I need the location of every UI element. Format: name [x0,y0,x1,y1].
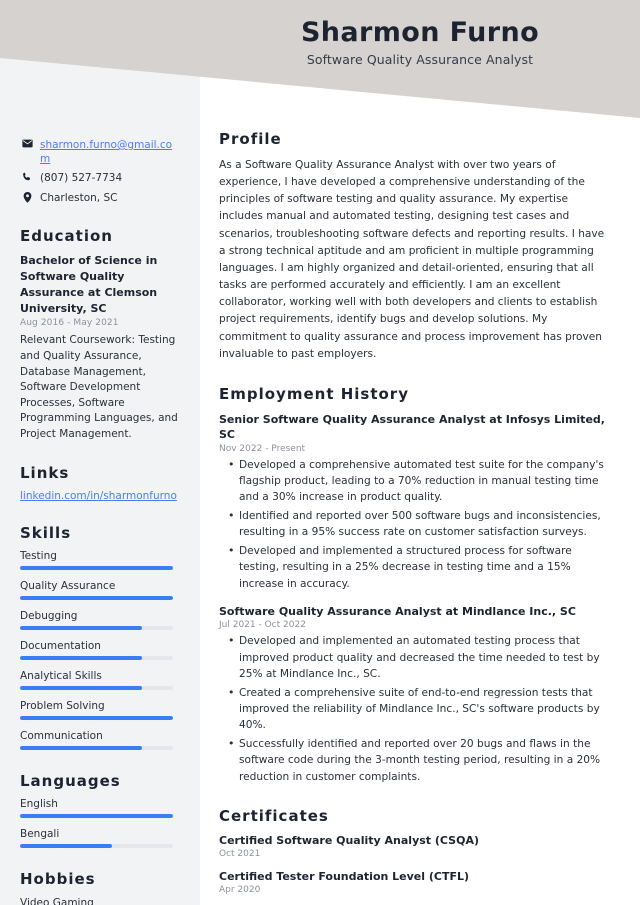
employment-bullet: Developed and implemented an automated t… [228,632,612,682]
profile-heading: Profile [219,130,282,148]
profile-section: Profile As a Software Quality Assurance … [219,130,612,363]
languages-section: Languages English Bengali [20,772,178,849]
phone-text: (807) 527-7734 [40,172,123,185]
skills-level-track [20,686,173,691]
main-column: Profile As a Software Quality Assurance … [200,0,640,905]
languages-level-fill [20,844,112,849]
contact-list: sharmon.furno@gmail.com (807) 527-7734 C… [20,138,178,205]
skills-label: Documentation [20,640,101,653]
map-pin-icon [20,191,34,203]
certificate-date: Oct 2021 [219,848,261,859]
sidebar: sharmon.furno@gmail.com (807) 527-7734 C… [0,0,200,905]
languages-item: Bengali [20,828,178,849]
skills-level-track [20,656,173,661]
envelope-icon [20,138,34,148]
page-title: Sharmon Furno [300,17,540,48]
links-section: Links linkedin.com/in/sharmonfurno [20,464,178,502]
certificates-heading: Certificates [219,806,329,825]
skills-item: Testing [20,550,178,571]
languages-item: English [20,798,178,819]
employment-entry: Senior Software Quality Assurance Analys… [219,412,612,592]
employment-date: Jul 2021 - Oct 2022 [219,620,306,631]
skills-item: Documentation [20,640,178,661]
skills-label: Testing [20,550,57,563]
profile-text: As a Software Quality Assurance Analyst … [219,159,605,360]
resume-page: Sharmon Furno Software Quality Assurance… [0,0,640,905]
certificate-item: Certified Software Quality Analyst (CSQA… [219,834,612,859]
certificate-date: Apr 2020 [219,884,261,895]
education-section: Education Bachelor of Science in Softwar… [20,227,178,442]
employment-bullets: Developed and implemented an automated t… [219,632,612,785]
employment-title: Senior Software Quality Assurance Analys… [219,412,605,442]
employment-bullet: Successfully identified and reported ove… [228,735,612,785]
location-text: Charleston, SC [40,191,118,204]
languages-level-track [20,814,173,819]
hobbies-heading: Hobbies [20,870,96,889]
skills-level-track [20,716,173,721]
skills-level-fill [20,656,143,661]
skills-level-track [20,626,173,631]
skills-label: Analytical Skills [20,670,102,683]
phone-icon [20,171,34,182]
skills-level-fill [20,596,173,601]
skills-item: Debugging [20,610,178,631]
skills-item: Quality Assurance [20,580,178,601]
skills-level-fill [20,746,143,751]
skills-level-track [20,746,173,751]
skills-level-fill [20,716,173,721]
skills-label: Quality Assurance [20,580,116,593]
certificates-section: Certificates Certified Software Quality … [219,807,612,895]
link-linkedin[interactable]: linkedin.com/in/sharmonfurno [20,490,178,502]
languages-level-fill [20,814,173,819]
contact-location: Charleston, SC [20,191,178,205]
employment-heading: Employment History [219,384,409,403]
languages-heading: Languages [20,772,121,791]
certificate-item: Certified Tester Foundation Level (CTFL)… [219,870,612,895]
skills-heading: Skills [20,524,72,543]
skills-label: Debugging [20,610,78,623]
email-text: sharmon.furno@gmail.com [40,139,173,166]
education-degree: Bachelor of Science in Software Quality … [20,253,158,315]
languages-label: Bengali [20,828,60,841]
education-heading: Education [20,226,113,245]
employment-section: Employment History Senior Software Quali… [219,385,612,785]
skills-level-fill [20,626,143,631]
employment-bullet: Created a comprehensive suite of end-to-… [228,684,612,734]
hobbies-section: Hobbies Video Gaming [20,870,178,905]
employment-bullet: Developed a comprehensive automated test… [228,456,612,506]
languages-label: English [20,798,58,811]
skills-level-fill [20,566,173,571]
contact-email[interactable]: sharmon.furno@gmail.com [20,138,178,166]
languages-level-track [20,844,173,849]
header: Sharmon Furno Software Quality Assurance… [200,17,640,68]
education-description: Relevant Coursework: Testing and Quality… [20,334,178,440]
employment-bullets: Developed a comprehensive automated test… [219,456,612,592]
skills-item: Communication [20,730,178,751]
contact-phone: (807) 527-7734 [20,171,178,185]
education-date: Aug 2016 - May 2021 [20,318,119,329]
skills-label: Problem Solving [20,700,105,713]
skills-level-track [20,566,173,571]
skills-section: Skills Testing Quality Assurance Debugging… [20,524,178,751]
employment-bullet: Identified and reported over 500 softwar… [228,507,612,541]
skills-level-fill [20,686,143,691]
skills-label: Communication [20,730,103,743]
job-subtitle: Software Quality Assurance Analyst [306,52,534,68]
certificate-name: Certified Software Quality Analyst (CSQA… [219,833,479,847]
skills-level-track [20,596,173,601]
employment-date: Nov 2022 - Present [219,443,306,454]
employment-bullet: Developed and implemented a structured p… [228,542,612,592]
skills-item: Analytical Skills [20,670,178,691]
certificate-name: Certified Tester Foundation Level (CTFL) [219,869,470,883]
skills-item: Problem Solving [20,700,178,721]
employment-entry: Software Quality Assurance Analyst at Mi… [219,604,612,785]
hobby-item: Video Gaming [20,897,94,905]
links-heading: Links [20,464,70,483]
employment-title: Software Quality Assurance Analyst at Mi… [219,604,576,618]
